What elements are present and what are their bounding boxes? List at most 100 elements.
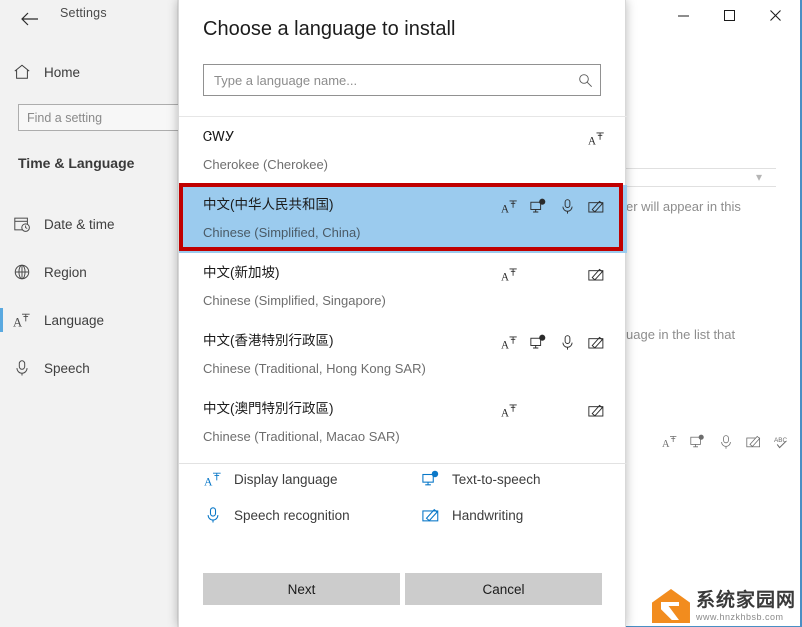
language-english-name: Chinese (Traditional, Macao SAR): [203, 429, 400, 444]
legend-label: Speech recognition: [234, 507, 350, 523]
feature-icon-empty: [529, 265, 547, 283]
content-divider-2: [626, 186, 776, 187]
display-language-icon: A: [662, 434, 678, 455]
display-language-icon: A: [0, 311, 44, 329]
content-divider-1: [626, 168, 776, 169]
language-english-name: Cherokee (Cherokee): [203, 157, 329, 172]
language-feature-icons: A: [500, 401, 605, 419]
calendar-clock-icon: [0, 215, 44, 233]
language-native-name: ᏣᎳᎩ: [203, 129, 235, 144]
chevron-down-icon[interactable]: ▾: [756, 170, 762, 184]
microphone-icon: [558, 197, 576, 215]
svg-text:A: A: [662, 439, 670, 450]
text-to-speech-icon: [421, 470, 441, 488]
display-language-icon: A: [500, 401, 518, 419]
display-language-icon: A: [500, 265, 518, 283]
list-item[interactable]: ᏣᎳᎩ Cherokee (Cherokee) A: [179, 117, 627, 185]
handwriting-icon: [587, 265, 605, 283]
dialog-buttons: Next Cancel: [203, 573, 602, 605]
svg-text:A: A: [501, 271, 509, 283]
next-button[interactable]: Next: [203, 573, 400, 605]
legend-item-display-language: A Display language: [203, 470, 421, 489]
window-title: Settings: [60, 6, 107, 20]
handwriting-icon: [587, 197, 605, 215]
sidebar-section-title: Time & Language: [18, 155, 135, 171]
list-item[interactable]: 中文(新加坡) Chinese (Simplified, Singapore) …: [179, 253, 627, 321]
watermark-text: 系统家园网 www.hnzkhbsb.com: [696, 591, 796, 622]
sidebar-item-language-label: Language: [44, 312, 105, 328]
watermark-logo-icon: [651, 589, 690, 623]
back-arrow-icon[interactable]: [14, 4, 46, 34]
text-to-speech-icon: [529, 197, 547, 215]
sidebar-item-region-label: Region: [44, 264, 87, 280]
legend-item-handwriting: Handwriting: [421, 506, 651, 524]
globe-icon: [0, 263, 44, 281]
find-a-setting-input[interactable]: Find a setting: [18, 104, 198, 131]
language-search-box[interactable]: [203, 64, 601, 96]
handwriting-icon: [587, 401, 605, 419]
sidebar-item-speech[interactable]: Speech: [0, 353, 178, 383]
handwriting-icon: [746, 434, 762, 455]
legend-item-speech-recognition: Speech recognition: [203, 506, 421, 524]
cancel-button[interactable]: Cancel: [405, 573, 602, 605]
text-to-speech-icon: [690, 434, 706, 455]
sidebar-item-speech-label: Speech: [44, 360, 90, 376]
find-a-setting-placeholder: Find a setting: [27, 110, 103, 125]
language-search-input[interactable]: [204, 72, 570, 88]
list-item[interactable]: 中文(香港特別行政區) Chinese (Traditional, Hong K…: [179, 321, 627, 389]
display-language-icon: A: [203, 470, 223, 488]
display-language-icon: A: [500, 197, 518, 215]
svg-text:A: A: [501, 339, 509, 351]
screenshot-root: ▾ er will appear in this uage in the lis…: [0, 0, 802, 627]
language-feature-icons: A: [500, 333, 605, 351]
sidebar-item-home[interactable]: Home: [0, 58, 178, 86]
content-text-fragment-2: uage in the list that: [626, 327, 736, 342]
sidebar-item-date-time-label: Date & time: [44, 216, 115, 232]
feature-icon-empty: [529, 401, 547, 419]
legend-divider: [179, 463, 627, 464]
sidebar-item-home-label: Home: [44, 64, 81, 80]
language-feature-icons: A: [500, 265, 605, 283]
watermark-url: www.hnzkhbsb.com: [695, 611, 784, 622]
svg-text:A: A: [13, 315, 22, 329]
dialog-title: Choose a language to install: [203, 18, 456, 40]
language-english-name: Chinese (Simplified, China): [203, 225, 361, 240]
sidebar-item-language[interactable]: A Language: [0, 305, 178, 335]
language-english-name: Chinese (Traditional, Hong Kong SAR): [203, 361, 426, 376]
content-text-fragment-1: er will appear in this: [626, 199, 741, 214]
feature-icon-empty: [558, 401, 576, 419]
spell-check-icon: ABC: [774, 434, 790, 455]
svg-text:A: A: [204, 475, 213, 488]
language-list[interactable]: ᏣᎳᎩ Cherokee (Cherokee) A 中文(中华人民共和国) Ch…: [179, 117, 627, 461]
watermark-name: 系统家园网: [695, 589, 796, 611]
content-feature-icons: A ABC: [662, 434, 790, 455]
watermark: 系统家园网 www.hnzkhbsb.com: [651, 589, 796, 623]
text-to-speech-icon: [529, 333, 547, 351]
list-item-selected[interactable]: 中文(中华人民共和国) Chinese (Simplified, China) …: [179, 185, 627, 253]
choose-language-dialog: Choose a language to install ᏣᎳᎩ Cheroke…: [178, 0, 627, 627]
svg-text:A: A: [588, 135, 596, 147]
search-icon[interactable]: [570, 73, 600, 88]
sidebar-item-date-time[interactable]: Date & time: [0, 209, 178, 239]
legend-label: Text-to-speech: [452, 471, 541, 487]
feature-icon-empty: [558, 265, 576, 283]
legend-item-text-to-speech: Text-to-speech: [421, 470, 651, 488]
microphone-icon: [718, 434, 734, 455]
svg-text:ABC: ABC: [774, 437, 788, 444]
legend-label: Handwriting: [452, 507, 524, 523]
sidebar-item-region[interactable]: Region: [0, 257, 178, 287]
legend-label: Display language: [234, 471, 338, 487]
handwriting-icon: [587, 333, 605, 351]
home-icon: [0, 63, 44, 81]
svg-text:A: A: [501, 407, 509, 419]
sidebar: Settings Home Find a setting Time & Lang…: [0, 0, 198, 627]
handwriting-icon: [421, 506, 441, 524]
feature-legend: A Display language Text-to-speech Speech…: [179, 470, 627, 524]
language-english-name: Chinese (Simplified, Singapore): [203, 293, 386, 308]
microphone-icon: [203, 506, 223, 524]
display-language-icon: A: [587, 129, 605, 147]
microphone-icon: [0, 359, 44, 377]
microphone-icon: [558, 333, 576, 351]
list-item[interactable]: 中文(澳門特別行政區) Chinese (Traditional, Macao …: [179, 389, 627, 457]
language-feature-icons: A: [500, 197, 605, 215]
